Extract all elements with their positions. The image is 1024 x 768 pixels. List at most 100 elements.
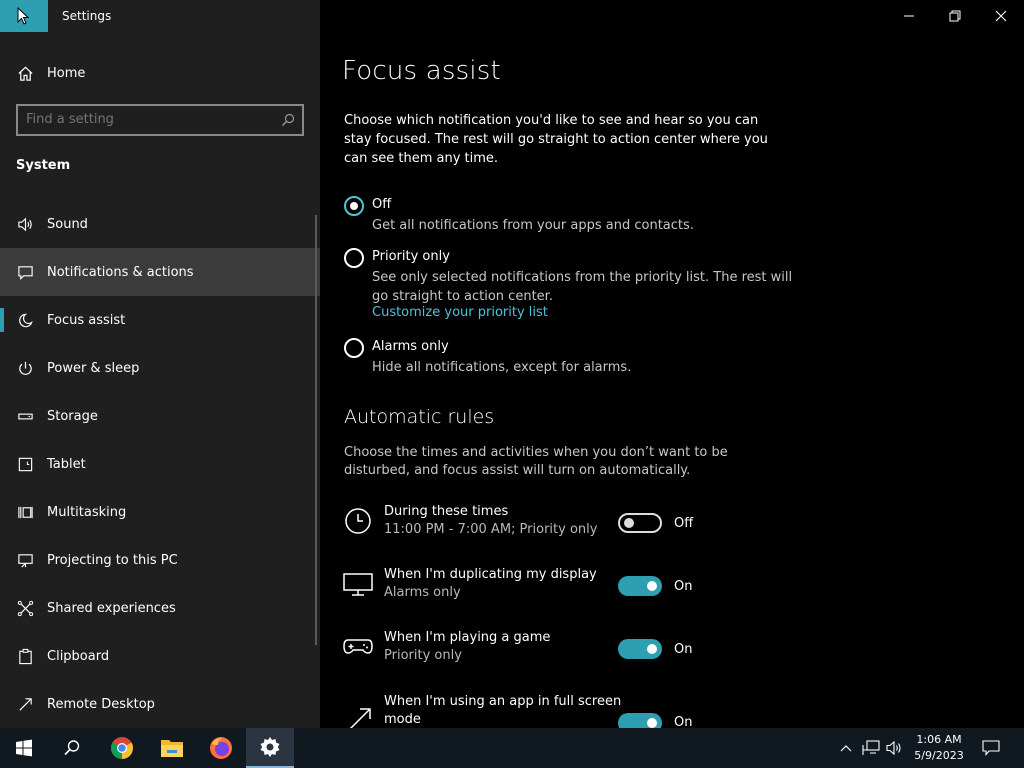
sidebar-item-power-sleep[interactable]: Power & sleep — [0, 344, 320, 392]
rule-subtitle: Alarms only — [384, 585, 461, 600]
option-desc: See only selected notifications from the… — [372, 270, 793, 304]
sidebar-item-label: Multitasking — [47, 504, 127, 520]
power-icon — [16, 359, 34, 377]
sidebar: Settings Home System Sound Notifications… — [0, 0, 320, 728]
option-label: Alarms only — [372, 339, 449, 354]
toggle-during-times[interactable] — [618, 513, 662, 533]
cursor-icon — [17, 7, 30, 25]
main-content: Focus assist Choose which notification y… — [342, 0, 1002, 728]
projecting-icon — [16, 551, 34, 569]
rule-full-screen: When I'm using an app in full screen mod… — [342, 693, 802, 728]
taskbar-search-button[interactable] — [48, 728, 96, 768]
rule-subtitle: Priority only — [384, 648, 462, 663]
toggle-state: On — [674, 579, 693, 594]
chevron-up-icon — [840, 745, 852, 752]
notification-icon — [16, 263, 34, 281]
rule-during-times: During these times 11:00 PM - 7:00 AM; P… — [342, 503, 802, 553]
toggle-duplicating-display[interactable] — [618, 576, 662, 596]
clock-date: 5/9/2023 — [914, 749, 964, 762]
clock-time: 1:06 AM — [916, 733, 962, 746]
fullscreen-icon — [349, 708, 371, 728]
sidebar-item-label: Focus assist — [47, 312, 126, 328]
radio-off[interactable] — [344, 196, 364, 216]
rule-title[interactable]: During these times — [384, 503, 624, 521]
sidebar-item-projecting[interactable]: Projecting to this PC — [0, 536, 320, 584]
action-center-icon — [982, 740, 1000, 756]
sidebar-item-label: Shared experiences — [47, 600, 176, 616]
sidebar-item-focus-assist[interactable]: Focus assist — [0, 296, 320, 344]
sidebar-item-label: Projecting to this PC — [47, 552, 178, 568]
sidebar-item-shared-experiences[interactable]: Shared experiences — [0, 584, 320, 632]
sidebar-item-tablet[interactable]: Tablet — [0, 440, 320, 488]
taskbar-settings[interactable] — [246, 728, 294, 768]
rule-title[interactable]: When I'm using an app in full screen mod… — [384, 693, 624, 728]
app-title: Settings — [62, 9, 112, 23]
radio-alarms-only[interactable] — [344, 338, 364, 358]
sidebar-item-notifications[interactable]: Notifications & actions — [0, 248, 320, 296]
shared-icon — [16, 599, 34, 617]
multitasking-icon — [16, 503, 34, 521]
sidebar-item-label: Sound — [47, 216, 88, 232]
remote-desktop-icon — [16, 695, 34, 713]
option-desc: Hide all notifications, except for alarm… — [372, 360, 632, 375]
moon-icon — [16, 311, 34, 329]
rule-subtitle: 11:00 PM - 7:00 AM; Priority only — [384, 522, 598, 537]
sidebar-item-label: Notifications & actions — [47, 264, 194, 280]
rule-title[interactable]: When I'm duplicating my display — [384, 566, 624, 584]
search-box[interactable] — [16, 104, 304, 136]
sidebar-item-sound[interactable]: Sound — [0, 200, 320, 248]
intro-text: Choose which notification you'd like to … — [344, 113, 768, 166]
search-input[interactable] — [26, 112, 266, 127]
sidebar-scrollbar[interactable] — [315, 215, 317, 645]
chrome-icon — [111, 737, 133, 759]
toggle-state: On — [674, 642, 693, 657]
taskbar-chrome[interactable] — [98, 728, 146, 768]
start-button[interactable] — [0, 728, 48, 768]
sidebar-item-multitasking[interactable]: Multitasking — [0, 488, 320, 536]
network-icon — [862, 740, 880, 755]
volume-icon — [886, 740, 901, 756]
monitor-icon — [343, 573, 373, 596]
settings-icon — [260, 737, 280, 757]
taskbar-file-explorer[interactable] — [148, 728, 196, 768]
automatic-rules-heading: Automatic rules — [344, 406, 495, 428]
sidebar-item-label: Clipboard — [47, 648, 110, 664]
toggle-state: Off — [674, 516, 694, 531]
search-icon[interactable] — [281, 113, 295, 127]
taskbar: 1:06 AM 5/9/2023 — [0, 728, 1024, 768]
toggle-state: On — [674, 715, 693, 728]
rule-title[interactable]: When I'm playing a game — [384, 629, 624, 647]
back-button[interactable] — [0, 0, 48, 32]
automatic-rules-desc: Choose the times and activities when you… — [344, 445, 728, 478]
show-hidden-icons-button[interactable] — [836, 738, 856, 758]
toggle-playing-game[interactable] — [618, 639, 662, 659]
clipboard-icon — [16, 647, 34, 665]
search-icon — [64, 740, 80, 756]
sidebar-item-label: Storage — [47, 408, 98, 424]
rule-playing-game: When I'm playing a game Priority only On — [342, 629, 802, 679]
sidebar-item-storage[interactable]: Storage — [0, 392, 320, 440]
home-icon — [16, 64, 34, 82]
speaker-icon — [16, 215, 34, 233]
section-header-system: System — [16, 158, 71, 173]
start-icon — [16, 739, 32, 757]
rule-duplicating-display: When I'm duplicating my display Alarms o… — [342, 566, 802, 616]
sidebar-item-clipboard[interactable]: Clipboard — [0, 632, 320, 680]
firefox-icon — [210, 737, 232, 759]
sidebar-item-home[interactable]: Home — [0, 56, 320, 90]
taskbar-firefox[interactable] — [197, 728, 245, 768]
network-button[interactable] — [861, 738, 881, 758]
file-explorer-icon — [161, 740, 183, 757]
storage-icon — [16, 407, 34, 425]
radio-priority-only[interactable] — [344, 248, 364, 268]
sidebar-item-label: Power & sleep — [47, 360, 140, 376]
toggle-full-screen[interactable] — [618, 713, 662, 728]
option-desc: Get all notifications from your apps and… — [372, 218, 694, 233]
settings-window: Settings Home System Sound Notifications… — [0, 0, 1024, 728]
volume-button[interactable] — [885, 738, 905, 758]
action-center-button[interactable] — [981, 738, 1001, 758]
option-label: Off — [372, 197, 392, 212]
taskbar-clock[interactable]: 1:06 AM 5/9/2023 — [910, 732, 968, 764]
sidebar-item-remote-desktop[interactable]: Remote Desktop — [0, 680, 320, 728]
customize-priority-link[interactable]: Customize your priority list — [372, 305, 548, 320]
